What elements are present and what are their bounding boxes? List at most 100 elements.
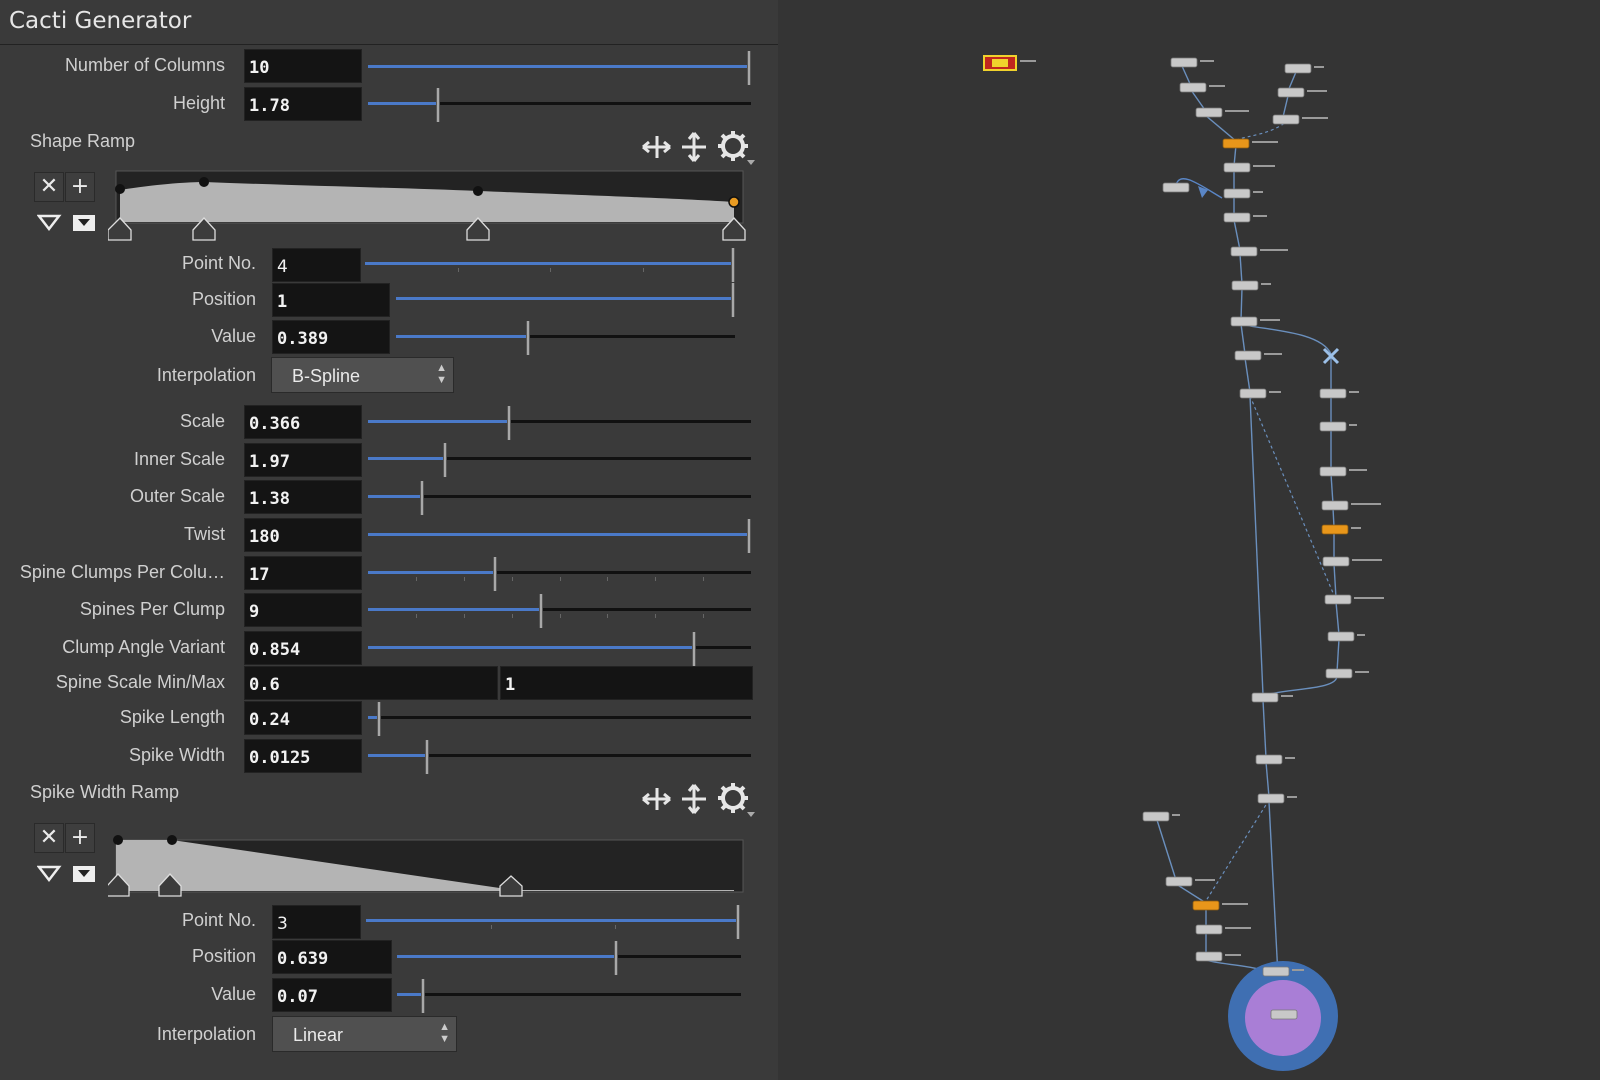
slider-handle[interactable] [507, 406, 511, 440]
spine-scale-minmax-label: Spine Scale Min/Max [55, 672, 225, 692]
clump-angle-variant-slider[interactable] [368, 632, 751, 666]
plus-icon: + [70, 825, 90, 850]
slider-tick [655, 577, 656, 581]
shape-ramp-value-label: Value [211, 326, 256, 346]
inner-scale-field[interactable]: 1.97 [244, 443, 362, 477]
spine-clumps-field[interactable]: 17 [244, 556, 362, 590]
download-box-icon[interactable] [73, 866, 95, 882]
network-editor[interactable] [778, 0, 1600, 1080]
shape-ramp-value-slider[interactable] [396, 321, 735, 355]
arrows-horizontal-icon[interactable] [642, 136, 671, 158]
node-wires-dashed [1203, 119, 1337, 905]
outer-scale-slider[interactable] [368, 481, 751, 515]
slider-tick [560, 577, 561, 581]
shape-ramp-position-field[interactable]: 1 [272, 283, 390, 317]
triangle-down-icon[interactable] [37, 214, 62, 232]
ramp-point[interactable] [115, 184, 125, 194]
spike-width-slider[interactable] [368, 740, 751, 774]
spine-scale-min-field[interactable]: 0.6 [244, 666, 498, 700]
number-of-columns-label: Number of Columns [64, 55, 225, 75]
slider-handle[interactable] [493, 557, 497, 591]
scale-field[interactable]: 0.366 [244, 405, 362, 439]
spike-width-field[interactable]: 0.0125 [244, 739, 362, 773]
slider-handle[interactable] [736, 905, 740, 939]
triangle-down-icon[interactable] [37, 865, 62, 883]
outer-scale-field[interactable]: 1.38 [244, 480, 362, 514]
slider-tick [416, 577, 417, 581]
inner-scale-slider[interactable] [368, 443, 751, 477]
slider-tick [550, 268, 551, 272]
ramp-point[interactable] [473, 186, 483, 196]
scale-slider[interactable] [368, 406, 751, 440]
gear-icon[interactable] [718, 783, 755, 817]
slider-handle[interactable] [420, 481, 424, 515]
spike-ramp-value-slider[interactable] [397, 979, 741, 1013]
shape-ramp-value-field[interactable]: 0.389 [272, 320, 390, 354]
ramp-point[interactable] [113, 835, 123, 845]
shape-ramp-point-no-slider[interactable] [365, 248, 735, 282]
spines-per-clump-field[interactable]: 9 [244, 593, 362, 627]
delete-point-button[interactable]: ✕ [34, 823, 64, 853]
twist-label: Twist [183, 524, 225, 544]
shape-ramp-point-no-field[interactable]: 4 [272, 248, 361, 282]
slider-tick [560, 614, 561, 618]
slider-handle[interactable] [436, 88, 440, 122]
shape-ramp-position-slider[interactable] [396, 283, 735, 317]
slider-handle[interactable] [539, 594, 543, 628]
delete-point-button[interactable]: ✕ [34, 172, 64, 202]
spike-ramp-point-no-slider[interactable] [366, 905, 740, 939]
shape-ramp-editor[interactable] [108, 168, 753, 246]
slider-tick [491, 925, 492, 929]
slider-handle[interactable] [692, 632, 696, 666]
spike-width-ramp-editor[interactable] [108, 834, 753, 914]
shape-ramp-interpolation-dropdown[interactable]: B-Spline ▲ ▼ [271, 357, 454, 393]
slider-tick [607, 577, 608, 581]
ramp-point[interactable] [199, 177, 209, 187]
slider-handle[interactable] [443, 443, 447, 477]
slider-handle[interactable] [747, 51, 751, 85]
spike-ramp-value-field[interactable]: 0.07 [272, 978, 392, 1012]
slider-handle[interactable] [421, 979, 425, 1013]
clump-angle-variant-field[interactable]: 0.854 [244, 631, 362, 665]
dropdown-arrows-icon: ▲ ▼ [436, 362, 447, 386]
slider-handle[interactable] [614, 941, 618, 975]
spike-length-slider[interactable] [368, 702, 751, 736]
close-icon: ✕ [39, 174, 59, 199]
spike-ramp-point-no-field[interactable]: 3 [272, 905, 361, 939]
twist-slider[interactable] [368, 519, 751, 553]
spines-per-clump-slider[interactable] [368, 594, 751, 628]
spike-ramp-position-slider[interactable] [397, 941, 741, 975]
spike-length-field[interactable]: 0.24 [244, 701, 362, 735]
arrows-vertical-icon[interactable] [682, 132, 706, 162]
slider-handle[interactable] [377, 702, 381, 736]
arrows-vertical-icon[interactable] [682, 784, 706, 814]
gear-icon[interactable] [718, 131, 755, 165]
node-graph[interactable] [778, 0, 1600, 1080]
height-field[interactable]: 1.78 [244, 87, 362, 121]
slider-handle[interactable] [747, 519, 751, 553]
number-of-columns-field[interactable]: 10 [244, 49, 362, 83]
spine-clumps-slider[interactable] [368, 557, 751, 591]
inner-scale-label: Inner Scale [133, 449, 225, 469]
slider-handle[interactable] [526, 321, 530, 355]
add-point-button[interactable]: + [65, 823, 95, 853]
spike-ramp-interpolation-dropdown[interactable]: Linear ▲ ▼ [272, 1016, 457, 1052]
parameter-panel: Cacti Generator Number of Columns 10 Hei… [0, 0, 778, 1080]
add-point-button[interactable]: + [65, 172, 95, 202]
ramp-point-selected[interactable] [728, 196, 740, 208]
twist-field[interactable]: 180 [244, 518, 362, 552]
number-of-columns-slider[interactable] [368, 51, 751, 85]
slider-tick [607, 614, 608, 618]
arrows-horizontal-icon[interactable] [642, 788, 671, 810]
close-icon: ✕ [39, 825, 59, 850]
slider-handle[interactable] [425, 740, 429, 774]
spine-scale-max-field[interactable]: 1 [500, 666, 753, 700]
spike-ramp-position-field[interactable]: 0.639 [272, 940, 392, 974]
download-box-icon[interactable] [73, 215, 95, 231]
slider-tick [703, 614, 704, 618]
ramp-point[interactable] [167, 835, 177, 845]
height-slider[interactable] [368, 88, 751, 122]
slider-handle[interactable] [731, 248, 735, 282]
slider-handle[interactable] [731, 283, 735, 317]
red-node[interactable] [983, 55, 1017, 71]
